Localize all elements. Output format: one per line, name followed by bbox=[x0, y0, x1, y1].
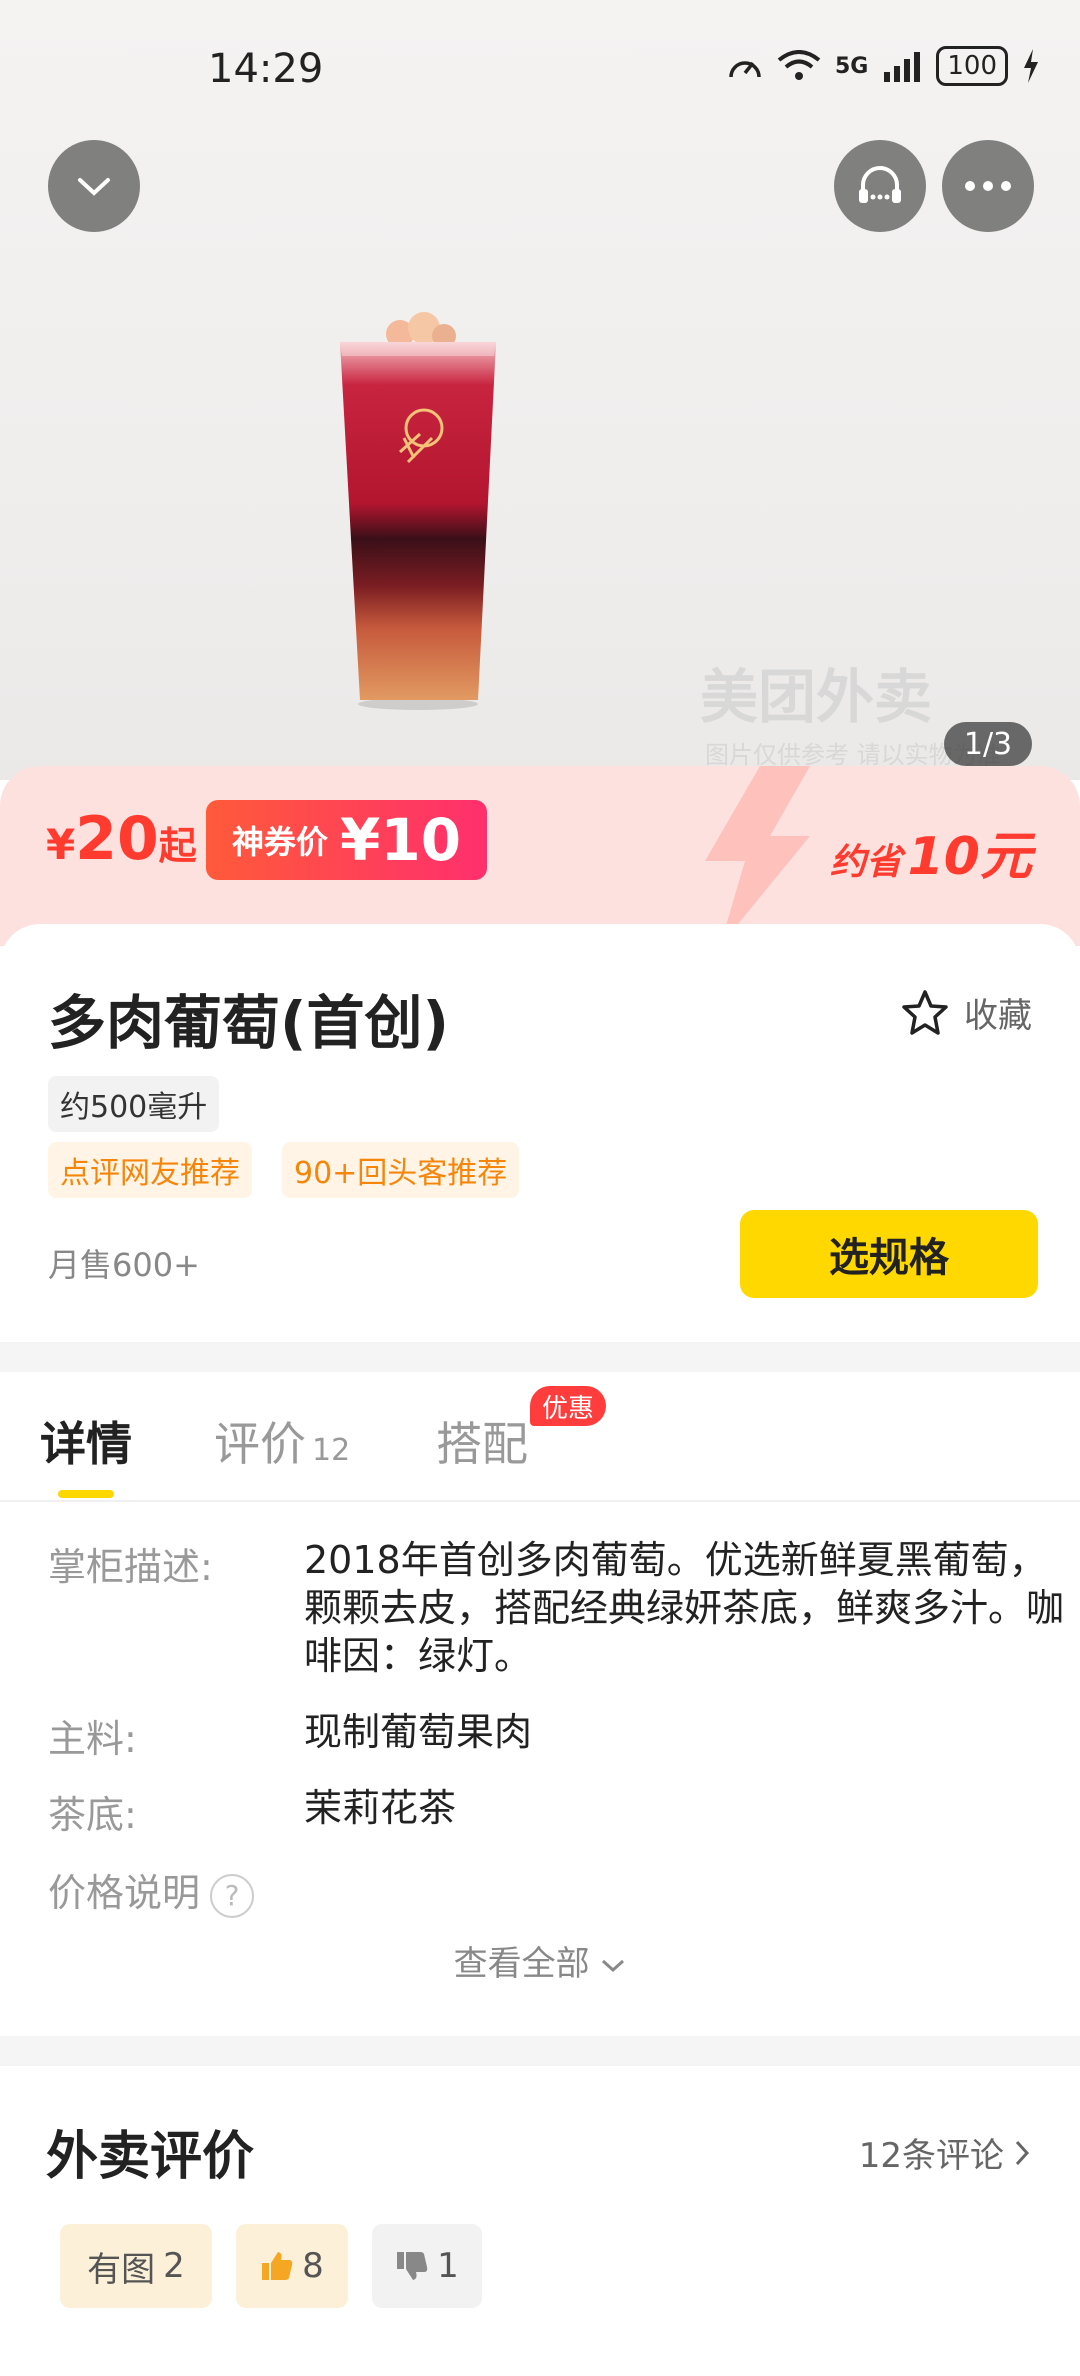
savings-prefix: 约省 bbox=[830, 842, 903, 883]
savings-amount: 10元 bbox=[907, 827, 1032, 887]
speed-icon bbox=[729, 61, 761, 78]
savings: 约省 10元 bbox=[830, 814, 1032, 889]
original-price: ¥20起 bbox=[46, 804, 197, 874]
tab-reviews[interactable]: 评价 12 bbox=[214, 1408, 350, 1474]
image-counter: 1/3 bbox=[944, 722, 1032, 766]
chevron-right-icon bbox=[1015, 2140, 1030, 2165]
status-bar: 14:29 5G 100 bbox=[0, 0, 1080, 140]
star-icon bbox=[902, 989, 948, 1035]
favorite-label: 收藏 bbox=[964, 996, 1032, 1036]
filter-positive[interactable]: 8 bbox=[236, 2224, 348, 2308]
original-price-value: 20 bbox=[75, 804, 159, 874]
select-spec-button[interactable]: 选规格 bbox=[740, 1210, 1038, 1298]
promo-badge: 优惠 bbox=[530, 1386, 607, 1426]
tab-details-label: 详情 bbox=[40, 1417, 132, 1471]
filter-with-images[interactable]: 有图 2 bbox=[60, 2224, 212, 2308]
charging-icon bbox=[1024, 49, 1038, 83]
filter-negative-count: 1 bbox=[437, 2246, 459, 2286]
description-label: 掌柜描述: bbox=[48, 1545, 213, 1589]
favorite-button[interactable]: 收藏 bbox=[900, 988, 1032, 1037]
tea-base-value: 茉莉花茶 bbox=[304, 1786, 457, 1830]
price-note-row[interactable]: 价格说明? bbox=[48, 1862, 255, 1918]
coupon-price-badge: 神券价 ¥10 bbox=[206, 800, 488, 880]
currency-symbol: ¥ bbox=[46, 820, 76, 869]
wifi-icon bbox=[777, 50, 821, 80]
chevron-down-icon bbox=[602, 1959, 625, 1973]
view-all-link[interactable]: 查看全部 bbox=[0, 1936, 1080, 1985]
filter-positive-count: 8 bbox=[302, 2246, 324, 2286]
section-divider bbox=[0, 1342, 1080, 1372]
section-divider bbox=[0, 2036, 1080, 2066]
lightning-decoration-icon bbox=[705, 766, 810, 946]
status-time: 14:29 bbox=[208, 46, 324, 92]
battery-indicator: 100 bbox=[936, 46, 1008, 86]
thumbs-up-icon bbox=[262, 2252, 293, 2280]
tab-reviews-label: 评价 bbox=[214, 1417, 306, 1471]
tab-bar: 详情 评价 12 搭配 优惠 bbox=[0, 1372, 1080, 1502]
price-suffix: 起 bbox=[158, 824, 197, 868]
more-options-button[interactable] bbox=[942, 140, 1034, 232]
filter-with-images-label: 有图 bbox=[87, 2249, 156, 2290]
coupon-label: 神券价 bbox=[232, 823, 329, 861]
status-icons: 5G 100 bbox=[727, 46, 1040, 86]
main-ingredient-label: 主料: bbox=[48, 1717, 137, 1761]
watermark-logo: 美团外卖 bbox=[700, 663, 933, 731]
monthly-sales: 月售600+ bbox=[48, 1246, 200, 1284]
active-tab-indicator bbox=[58, 1490, 114, 1498]
description-text: 2018年首创多肉葡萄。优选新鲜夏黑葡萄，颗颗去皮，搭配经典绿妍茶底，鲜爽多汁。… bbox=[304, 1538, 1065, 1678]
tea-base-label: 茶底: bbox=[48, 1793, 137, 1837]
price-note-label: 价格说明 bbox=[48, 1871, 201, 1915]
tag-recommend: 点评网友推荐 bbox=[48, 1142, 252, 1198]
view-all-label: 查看全部 bbox=[453, 1944, 590, 1984]
reviews-title: 外卖评价 bbox=[46, 2127, 255, 2187]
product-title: 多肉葡萄(首创) bbox=[48, 989, 450, 1057]
filter-with-images-count: 2 bbox=[163, 2246, 185, 2286]
customer-service-button[interactable] bbox=[834, 140, 926, 232]
reviews-count-link[interactable]: 12条评论 bbox=[859, 2128, 1032, 2177]
more-dots-icon bbox=[965, 181, 1011, 191]
tab-reviews-count: 12 bbox=[312, 1433, 351, 1468]
product-info-card: 多肉葡萄(首创) 收藏 约500毫升 点评网友推荐 90+回头客推荐 月售600… bbox=[0, 924, 1080, 1344]
product-photo-cup bbox=[340, 312, 496, 710]
product-image-area[interactable]: 14:29 5G 100 美团外卖 图片仅供参考 请以实物为准 1/3 bbox=[0, 0, 1080, 780]
help-icon[interactable]: ? bbox=[210, 1873, 255, 1918]
reviews-count-label: 12条评论 bbox=[858, 2136, 1004, 2176]
network-type: 5G bbox=[834, 53, 869, 79]
tab-combo[interactable]: 搭配 bbox=[436, 1408, 528, 1474]
thumbs-down-icon bbox=[397, 2252, 428, 2280]
tab-details[interactable]: 详情 bbox=[40, 1408, 132, 1474]
tag-returning: 90+回头客推荐 bbox=[282, 1142, 520, 1198]
signal-icon bbox=[884, 52, 921, 82]
main-ingredient-value: 现制葡萄果肉 bbox=[304, 1710, 533, 1754]
volume-badge: 约500毫升 bbox=[48, 1076, 220, 1132]
coupon-price: ¥10 bbox=[340, 806, 462, 874]
chevron-down-icon bbox=[78, 178, 110, 196]
headset-icon bbox=[859, 166, 901, 203]
price-banner: ¥20起 神券价 ¥10 约省 10元 bbox=[0, 766, 1080, 946]
tab-combo-label: 搭配 bbox=[436, 1417, 528, 1471]
filter-negative[interactable]: 1 bbox=[372, 2224, 482, 2308]
collapse-button[interactable] bbox=[48, 140, 140, 232]
